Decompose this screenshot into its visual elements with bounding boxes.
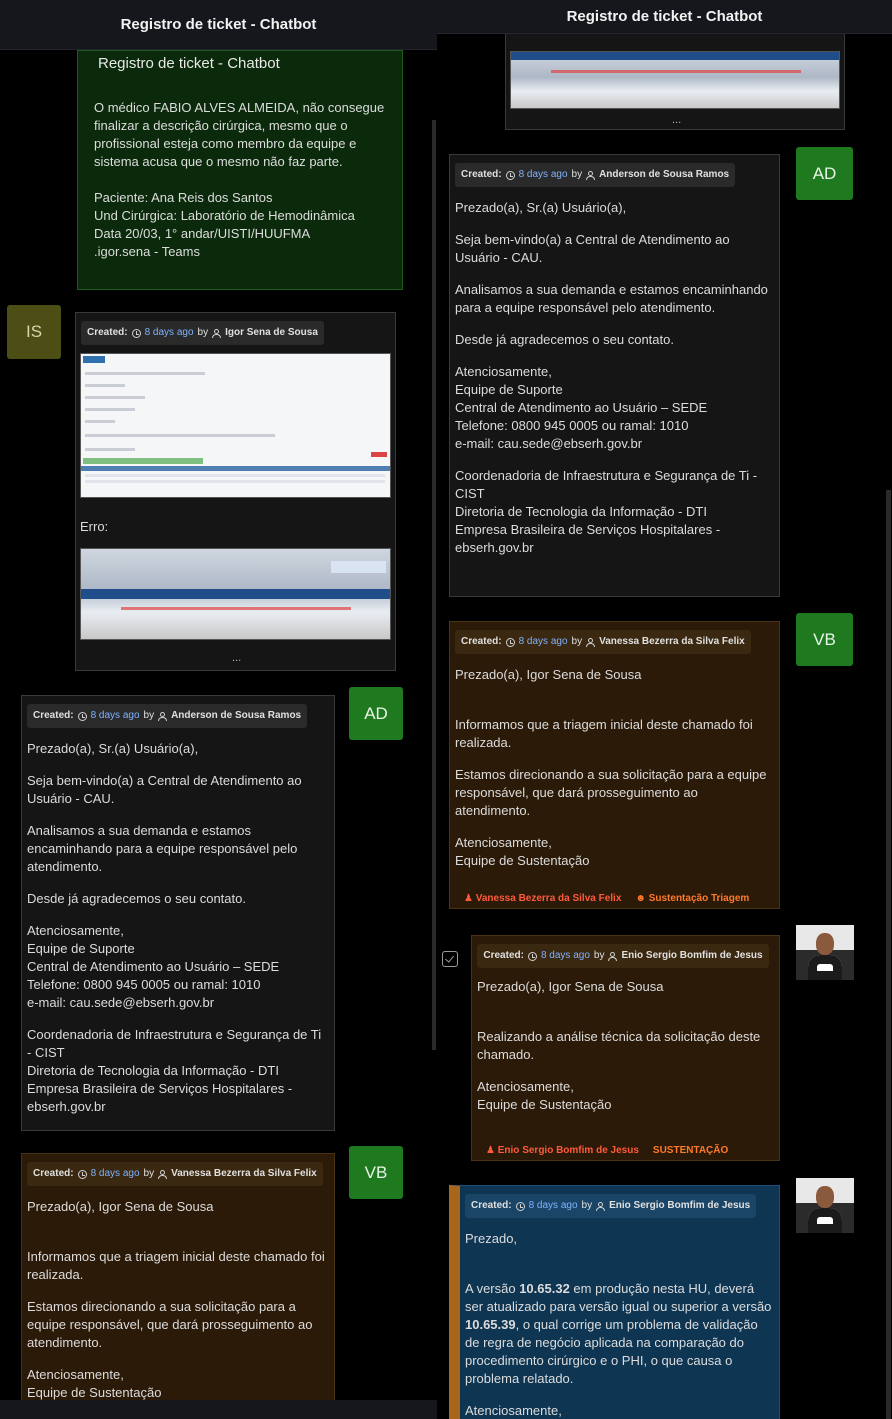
avatar-anderson: AD [796, 147, 853, 200]
more-ellipsis[interactable]: ... [672, 111, 681, 129]
clock-icon [515, 1201, 525, 1211]
message-meta: Created: 8 days ago by Anderson de Sousa… [27, 704, 308, 728]
ticket-details: Paciente: Ana Reis dos Santos Und Cirúrg… [94, 190, 355, 259]
timestamp-link[interactable]: 8 days ago [145, 324, 194, 342]
right-panel: ... Registro de ticket - Chatbot Created… [437, 0, 892, 1419]
timestamp-link[interactable]: 8 days ago [519, 166, 568, 184]
left-panel: Registro de ticket - Chatbot Registro de… [0, 0, 437, 1419]
user-icon [608, 951, 618, 961]
message-meta: Created: 8 days ago by Enio Sergio Bomfi… [477, 944, 769, 968]
enio-message-1: Created: 8 days ago by Enio Sergio Bomfi… [471, 935, 780, 1161]
avatar-enio-photo [796, 925, 854, 980]
window-title: Registro de ticket - Chatbot [120, 16, 317, 33]
attachment-screenshot-error[interactable] [510, 51, 840, 109]
igor-message: Created: 8 days ago by Igor Sena de Sous… [75, 312, 396, 671]
tag-user: ♟ Vanessa Bezerra da Silva Felix [464, 893, 622, 904]
message-meta: Created: 8 days ago by Vanessa Bezerra d… [27, 1162, 323, 1186]
timestamp-link[interactable]: 8 days ago [519, 633, 568, 651]
clock-icon [77, 711, 87, 721]
checkbox-icon[interactable] [442, 951, 458, 967]
vanessa-message: Created: 8 days ago by Vanessa Bezerra d… [449, 621, 780, 909]
attachment-screenshot-form[interactable] [80, 353, 391, 498]
timestamp-link[interactable]: 8 days ago [541, 947, 590, 965]
ticket-card-title: Registro de ticket - Chatbot [98, 55, 280, 72]
anderson-message: Created: 8 days ago by Anderson de Sousa… [21, 695, 335, 1131]
user-icon [586, 170, 596, 180]
ticket-body: O médico FABIO ALVES ALMEIDA, não conseg… [94, 100, 385, 169]
tag-group: ☻ Sustentação Triagem [635, 893, 750, 904]
user-icon [158, 1169, 168, 1179]
avatar-vanessa: VB [349, 1146, 403, 1199]
clock-icon [131, 328, 141, 338]
igor-message-partial: ... [505, 20, 845, 130]
resolution-text: A versão 10.65.32 em produção nesta HU, … [465, 1281, 772, 1386]
timestamp-link[interactable]: 8 days ago [91, 1165, 140, 1183]
timestamp-link[interactable]: 8 days ago [529, 1197, 578, 1215]
tag-user: ♟ Enio Sergio Bomfim de Jesus [486, 1145, 639, 1156]
window-title-bar: Registro de ticket - Chatbot [0, 0, 437, 50]
attachment-screenshot-error[interactable] [80, 548, 391, 640]
error-label: Erro: [80, 519, 109, 534]
user-icon [586, 637, 596, 647]
message-tags: ♟ Vanessa Bezerra da Silva Felix ☻ Suste… [464, 890, 749, 908]
avatar-anderson: AD [349, 687, 403, 740]
window-title: Registro de ticket - Chatbot [566, 8, 763, 25]
clock-icon [77, 1169, 87, 1179]
more-ellipsis[interactable]: ... [232, 649, 241, 667]
ticket-description-card: Registro de ticket - Chatbot O médico FA… [77, 50, 403, 290]
message-tags: ♟ Enio Sergio Bomfim de Jesus SUSTENTAÇÃ… [486, 1142, 728, 1160]
avatar-enio-photo [796, 1178, 854, 1233]
timestamp-link[interactable]: 8 days ago [91, 707, 140, 725]
enio-message-2: Created: 8 days ago by Enio Sergio Bomfi… [449, 1185, 780, 1419]
anderson-message: Created: 8 days ago by Anderson de Sousa… [449, 154, 780, 597]
user-icon [596, 1201, 606, 1211]
window-title-bar: Registro de ticket - Chatbot [437, 0, 892, 34]
user-icon [212, 328, 222, 338]
message-meta: Created: 8 days ago by Igor Sena de Sous… [81, 321, 324, 345]
message-meta: Created: 8 days ago by Enio Sergio Bomfi… [465, 1194, 757, 1218]
avatar-igor: IS [7, 305, 61, 359]
user-icon [158, 711, 168, 721]
bottom-bar [0, 1400, 437, 1419]
clock-icon [505, 170, 515, 180]
message-meta: Created: 8 days ago by Vanessa Bezerra d… [455, 630, 751, 654]
avatar-vanessa: VB [796, 613, 853, 666]
clock-icon [505, 637, 515, 647]
vanessa-message: Created: 8 days ago by Vanessa Bezerra d… [21, 1153, 335, 1403]
scrollbar[interactable] [432, 120, 436, 1050]
clock-icon [527, 951, 537, 961]
message-meta: Created: 8 days ago by Anderson de Sousa… [455, 163, 736, 187]
tag-group: SUSTENTAÇÃO [652, 1145, 729, 1156]
scrollbar[interactable] [886, 490, 891, 1419]
